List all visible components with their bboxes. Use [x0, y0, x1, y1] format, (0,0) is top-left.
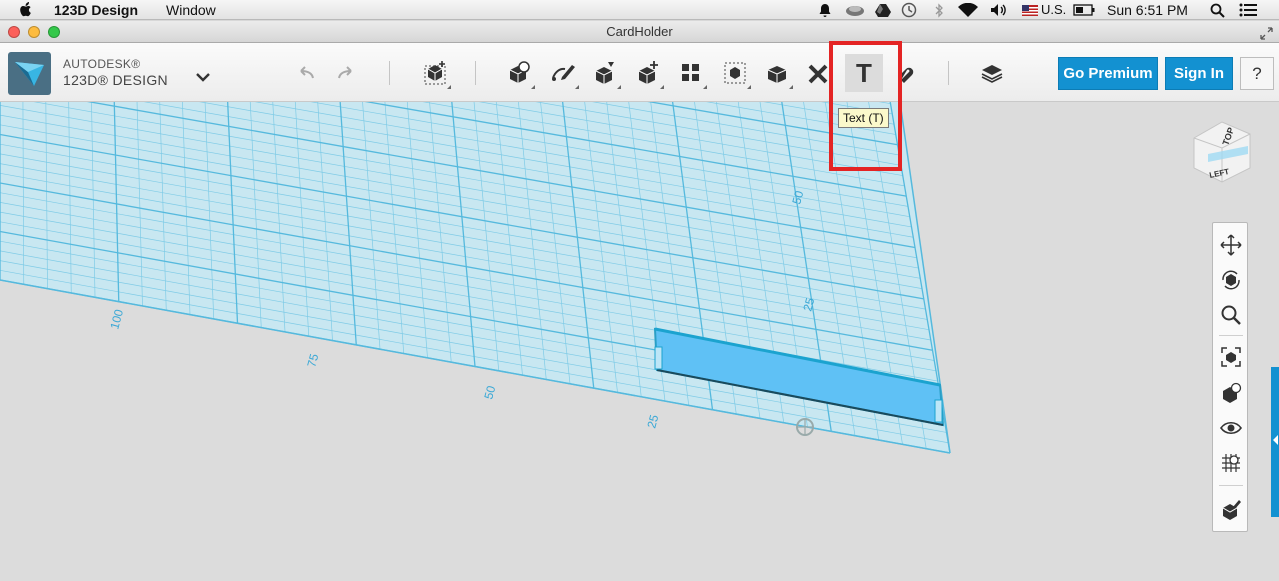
app-toolbar: AUTODESK® 123D® DESIGN T Go Premium Sign… — [0, 43, 1279, 102]
window-titlebar: CardHolder — [0, 21, 1279, 43]
transform-tool-button[interactable] — [418, 56, 452, 90]
combine-icon — [767, 66, 787, 83]
brand-line-1: AUTODESK® — [63, 57, 141, 71]
app-menu-chevron-icon[interactable] — [195, 69, 211, 87]
close-window-button[interactable] — [8, 26, 20, 38]
view-mode-button[interactable] — [1217, 379, 1245, 407]
zoom-icon — [1221, 305, 1241, 325]
combine-tool-button[interactable] — [760, 56, 794, 90]
sketch-tool-button[interactable] — [546, 56, 580, 90]
modify-icon — [638, 61, 658, 84]
orbit-icon — [1222, 270, 1240, 290]
menu-bar: 123D Design Window U.S. Sun 6:51 PM — [0, 0, 1279, 20]
nav-divider — [1219, 485, 1243, 486]
side-panel-toggle[interactable] — [1271, 367, 1279, 517]
material-tool-button[interactable] — [975, 56, 1009, 90]
construct-icon — [595, 62, 614, 84]
grid-button[interactable] — [1217, 449, 1245, 477]
grid-label-x-50: 50 — [481, 384, 498, 401]
primitives-icon — [509, 61, 530, 83]
time-machine-icon[interactable] — [900, 2, 918, 18]
pan-icon — [1220, 234, 1242, 256]
zoom-window-button[interactable] — [48, 26, 60, 38]
volume-icon[interactable] — [988, 2, 1010, 18]
flag-icon — [1021, 2, 1039, 18]
clock[interactable]: Sun 6:51 PM — [1107, 1, 1188, 19]
undo-button[interactable] — [288, 56, 322, 90]
origin-marker-icon — [796, 418, 814, 436]
notification-center-icon[interactable] — [1238, 2, 1258, 18]
spotlight-icon[interactable] — [1208, 2, 1226, 18]
nav-divider — [1219, 335, 1243, 336]
toolbar-divider — [389, 61, 390, 85]
material-layers-icon — [981, 65, 1003, 83]
fit-button[interactable] — [1217, 343, 1245, 371]
group-icon — [724, 62, 746, 84]
minimize-window-button[interactable] — [28, 26, 40, 38]
orbit-button[interactable] — [1217, 266, 1245, 294]
window-menu[interactable]: Window — [166, 1, 216, 19]
wifi-icon[interactable] — [956, 2, 980, 18]
group-tool-button[interactable] — [718, 56, 752, 90]
primitives-tool-button[interactable] — [502, 56, 536, 90]
material-button[interactable] — [1217, 495, 1245, 523]
modify-tool-button[interactable] — [631, 56, 665, 90]
grid-label-x-25: 25 — [644, 413, 661, 430]
construct-tool-button[interactable] — [588, 56, 622, 90]
window-title: CardHolder — [606, 24, 673, 39]
apple-icon[interactable] — [18, 1, 34, 22]
notification-icon[interactable] — [817, 2, 833, 18]
cloud-sync-icon[interactable] — [843, 2, 867, 18]
go-premium-button[interactable]: Go Premium — [1058, 57, 1158, 90]
redo-icon — [338, 66, 352, 79]
zoom-button[interactable] — [1217, 301, 1245, 329]
app-menu[interactable]: 123D Design — [54, 1, 138, 19]
fit-icon — [1221, 347, 1241, 367]
sign-in-button[interactable]: Sign In — [1165, 57, 1233, 90]
chevron-left-icon — [1273, 435, 1278, 445]
workplane-grid[interactable]: 100 75 50 25 50 25 — [0, 102, 1279, 581]
input-source[interactable]: U.S. — [1041, 1, 1066, 19]
visibility-button[interactable] — [1217, 414, 1245, 442]
brand-line-2: 123D® DESIGN — [63, 72, 168, 88]
app-logo-icon[interactable] — [8, 52, 51, 95]
eye-icon — [1220, 421, 1242, 435]
grid-label-x-75: 75 — [304, 352, 321, 369]
view-mode-icon — [1223, 382, 1242, 403]
pattern-icon — [682, 64, 699, 81]
pattern-tool-button[interactable] — [674, 56, 708, 90]
undo-icon — [300, 66, 314, 79]
help-button[interactable]: ? — [1240, 57, 1274, 90]
grid-icon — [1222, 454, 1240, 472]
drive-icon[interactable] — [874, 2, 892, 18]
transform-icon — [424, 61, 446, 85]
grid-label-x-100: 100 — [107, 307, 126, 330]
toolbar-divider — [948, 61, 949, 85]
3d-viewport[interactable]: 100 75 50 25 50 25 TOP LEFT — [0, 102, 1279, 581]
sketch-icon — [552, 65, 575, 81]
material-icon — [1222, 500, 1241, 520]
redo-button[interactable] — [330, 56, 364, 90]
battery-icon[interactable] — [1072, 2, 1096, 18]
toolbar-divider — [475, 61, 476, 85]
bluetooth-icon[interactable] — [932, 2, 946, 18]
pan-button[interactable] — [1217, 231, 1245, 259]
navigation-bar — [1212, 222, 1248, 532]
annotation-highlight-box — [829, 41, 902, 171]
